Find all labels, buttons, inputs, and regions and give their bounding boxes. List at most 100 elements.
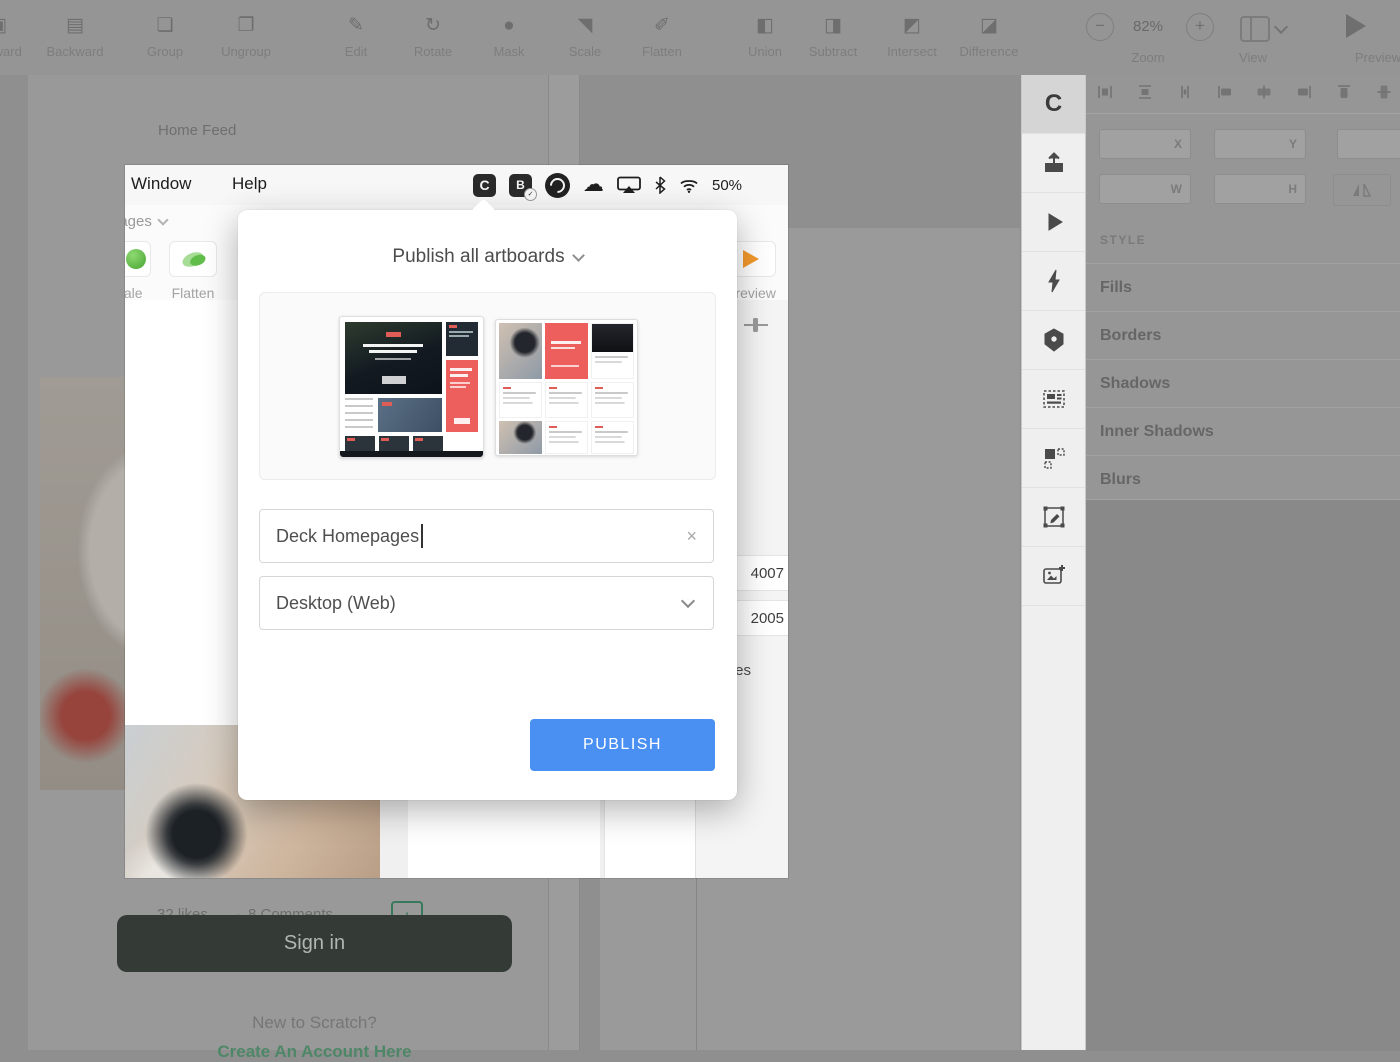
difference-label: Difference [944,44,1034,59]
thumb1-photo-card [378,398,442,432]
page-dropdown[interactable]: pages [125,213,167,230]
align-vertical-center-icon[interactable] [1375,83,1393,101]
view-chevron-icon[interactable] [1274,20,1288,34]
menu-help[interactable]: Help [232,174,267,194]
hexagon-icon [1040,326,1068,354]
thumb1-card [413,436,443,452]
craft-menu-icon[interactable]: C [473,174,496,197]
scale-tool-button[interactable] [125,241,151,277]
app-check-menu-icon[interactable]: B✓ [509,174,532,197]
craft-share-tab[interactable] [1022,134,1085,193]
publish-button[interactable]: PUBLISH [530,719,715,771]
subtract-tool[interactable]: ◨ Subtract [788,10,878,68]
craft-photos-tab[interactable] [1022,547,1085,606]
craft-preview-tab[interactable] [1022,193,1085,252]
target-select[interactable]: Desktop (Web) [259,576,714,630]
subtract-icon: ◨ [788,10,878,42]
sketch-toolbar: ▣Forward▤Backward❏Group❐Ungroup✎Edit↻Rot… [0,0,1400,76]
align-right-icon[interactable] [1295,83,1313,101]
align-top-icon[interactable] [1335,83,1353,101]
flatten-tool-button[interactable] [169,241,217,277]
inspector-row-shadows[interactable]: Shadows [1086,359,1400,407]
stylize-icon [1040,503,1068,531]
inspector-row-borders[interactable]: Borders [1086,311,1400,359]
craft-duplicate-tab[interactable] [1022,429,1085,488]
play-icon [1040,208,1068,236]
check-badge-icon: ✓ [524,188,537,201]
artboard-thumbnail-2[interactable] [495,319,638,456]
inspector-row-inner-shadows[interactable]: Inner Shadows [1086,407,1400,455]
ungroup-tool[interactable]: ❐ Ungroup [201,10,291,68]
zoom-value: 82% [1120,18,1176,35]
ungroup-label: Ungroup [201,44,291,59]
thumb1-red-card [446,360,478,432]
inspector-row-fills[interactable]: Fills [1086,263,1400,311]
dialog-title[interactable]: Publish all artboards [238,246,737,268]
slider-icon[interactable] [742,312,770,338]
backward-label: Backward [30,44,120,59]
craft-logo-tab[interactable]: C [1022,75,1085,134]
create-account-link[interactable]: Create An Account Here [117,1042,512,1062]
thumb2-red-card [545,323,588,379]
craft-stylize-tab[interactable] [1022,488,1085,547]
battery-percent: 50% [712,177,742,194]
zoom-out-button[interactable]: − [1086,13,1114,41]
cloud-sync-icon[interactable]: ☁ [583,175,604,195]
difference-tool[interactable]: ◪Difference [944,10,1034,68]
craft-logo-icon: C [1045,90,1062,118]
rotation-field[interactable] [1337,129,1400,159]
zoom-in-button[interactable]: + [1186,13,1214,41]
style-rows: FillsBordersShadowsInner ShadowsBlurs [1086,263,1400,503]
airplay-icon[interactable] [617,176,641,194]
inspector-empty-area [1086,499,1400,1051]
subtract-label: Subtract [788,44,878,59]
publish-name-input[interactable]: Deck Homepages × [259,509,714,563]
image-add-icon [1040,562,1068,590]
distribute-vertically-icon[interactable] [1136,83,1154,101]
target-select-value: Desktop (Web) [276,593,396,614]
creative-cloud-icon[interactable] [545,173,570,198]
thumb2-card [591,421,634,454]
thumb1-text-lines [345,398,373,432]
group-tool[interactable]: ❏Group [120,10,210,68]
thumb2-photo-card [499,323,542,379]
y-position-field[interactable]: Y [1214,129,1306,159]
bluetooth-icon[interactable] [654,176,666,194]
thumb2-card [591,382,634,418]
ungroup-icon: ❐ [201,10,291,42]
view-icon[interactable] [1240,16,1270,42]
duplicate-icon [1040,444,1068,472]
preview-play-icon[interactable] [1346,14,1366,38]
thumb1-hero [345,322,442,394]
backward-icon: ▤ [30,10,120,42]
view-label: View [1230,50,1276,65]
text-caret [421,524,423,548]
inspector-panel: X Y W H STYLE FillsBordersShadowsInner S… [1085,75,1400,1050]
x-position-field[interactable]: X [1099,129,1191,159]
thumb2-dark-card [591,323,634,379]
artboard-title[interactable]: Home Feed [158,122,236,139]
craft-prototype-tab[interactable] [1022,311,1085,370]
distribute-horizontally-icon[interactable] [1096,83,1114,101]
sign-in-button[interactable]: Sign in [117,915,512,972]
tidy-icon[interactable] [1176,83,1194,101]
flatten-tool[interactable]: ✐Flatten [617,10,707,68]
flip-button[interactable] [1333,174,1391,206]
alignment-toolbar [1096,83,1393,101]
artboard-thumbnail-1[interactable] [339,316,484,458]
width-field[interactable]: W [1099,174,1191,204]
align-horizontal-center-icon[interactable] [1255,83,1273,101]
thumb1-footer [340,451,483,457]
flatten-icon: ✐ [617,10,707,42]
menu-window[interactable]: Window [131,174,191,194]
craft-sync-tab[interactable] [1022,252,1085,311]
clear-input-icon[interactable]: × [686,526,697,547]
title-chevron-icon [572,249,585,262]
content-icon [1040,385,1068,413]
inspector-row-blurs[interactable]: Blurs [1086,455,1400,503]
craft-data-tab[interactable] [1022,370,1085,429]
height-field[interactable]: H [1214,174,1306,204]
backward-tool[interactable]: ▤ Backward [30,10,120,68]
align-left-icon[interactable] [1216,83,1234,101]
wifi-icon[interactable] [679,177,699,194]
